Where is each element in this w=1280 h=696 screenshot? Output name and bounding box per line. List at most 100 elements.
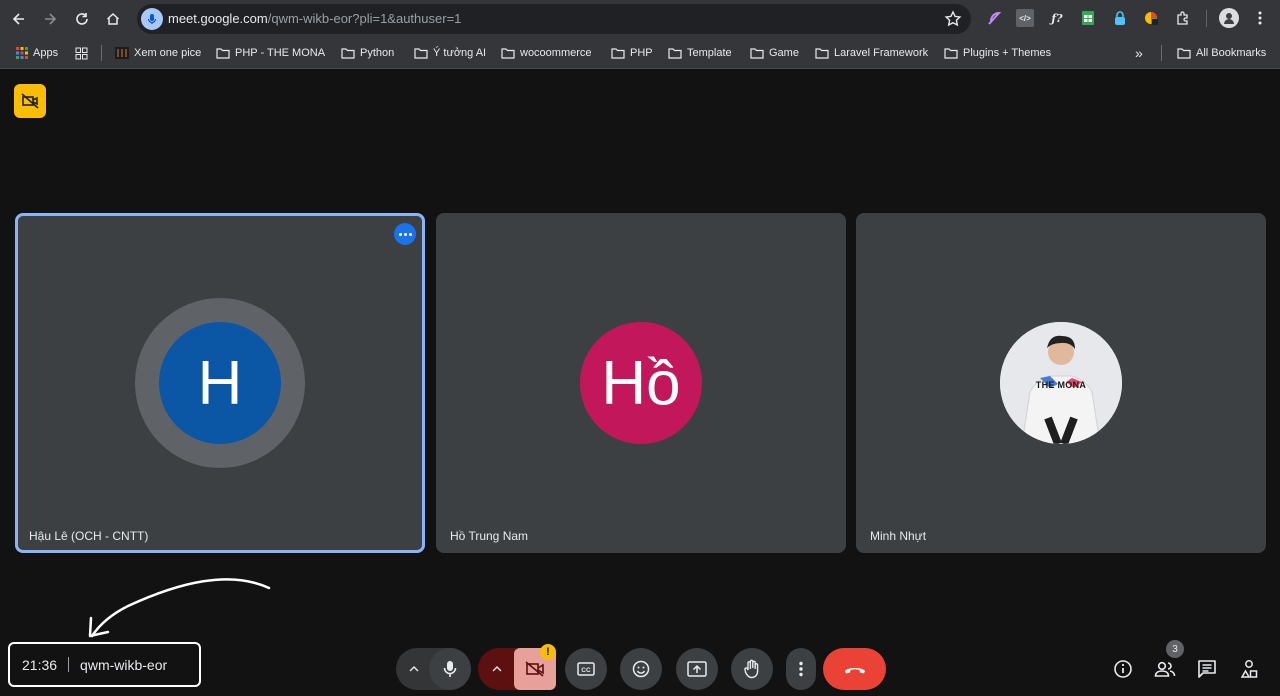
extension-font-icon[interactable]: ƒ? (1048, 9, 1066, 27)
bookmark-folder-plugins-themes[interactable]: Plugins + Themes (944, 44, 1051, 62)
microphone-site-icon[interactable] (141, 8, 163, 30)
folder-icon (611, 48, 625, 59)
bookmark-label: Python (360, 47, 395, 59)
microphone-icon (443, 661, 457, 677)
participant-name: Hậu Lê (OCH - CNTT) (29, 529, 149, 543)
participant-name: Minh Nhựt (870, 529, 927, 543)
bookmark-label: All Bookmarks (1196, 47, 1267, 59)
closed-captions-icon: CC (577, 662, 595, 676)
meeting-details: 21:36 qwm-wikb-eor (8, 642, 201, 687)
folder-icon (815, 48, 829, 59)
extensions-puzzle-icon[interactable] (1174, 9, 1192, 27)
bookmark-folder-template[interactable]: Template (668, 44, 732, 62)
profile-avatar-icon[interactable] (1219, 8, 1239, 28)
bookmark-folder-y-tuong-ai[interactable]: Ý tưởng AI (414, 44, 486, 62)
leave-call-button[interactable] (823, 648, 886, 690)
url-host: meet.google.com (168, 11, 268, 26)
people-icon (1154, 661, 1176, 677)
home-icon[interactable] (101, 7, 125, 31)
forward-arrow-icon[interactable] (38, 7, 62, 31)
extension-feather-icon[interactable] (985, 9, 1003, 27)
bookmark-label: Template (687, 47, 732, 59)
film-site-icon (115, 47, 129, 59)
meeting-details-button[interactable] (1108, 654, 1138, 684)
avatar-photo: THE MONA (1000, 322, 1122, 444)
participant-name: Hồ Trung Nam (450, 529, 529, 543)
meeting-code: qwm-wikb-eor (80, 656, 168, 673)
browser-toolbar: meet.google.com/qwm-wikb-eor?pli=1&authu… (0, 0, 1280, 37)
raise-hand-button[interactable] (731, 648, 773, 690)
tab-groups-icon[interactable] (75, 44, 88, 62)
folder-icon (668, 48, 682, 59)
folder-icon (414, 48, 428, 59)
microphone-button[interactable] (429, 648, 471, 690)
bookmark-separator (1161, 45, 1162, 61)
extension-color-icon[interactable] (1142, 9, 1160, 27)
more-options-button[interactable] (786, 648, 816, 690)
back-arrow-icon[interactable] (7, 7, 31, 31)
more-bookmarks-chevron-icon[interactable]: » (1135, 44, 1143, 62)
bookmark-label: Game (769, 47, 799, 59)
avatar: Hồ (580, 322, 702, 444)
bookmark-folder-laravel-framework[interactable]: Laravel Framework (815, 44, 928, 62)
reactions-button[interactable] (620, 648, 662, 690)
more-options-icon[interactable] (394, 223, 416, 245)
shirt-logo-text: THE MONA (1035, 380, 1087, 390)
captions-button[interactable]: CC (565, 648, 607, 690)
participant-tile-ho-trung-nam[interactable]: Hồ Hồ Trung Nam (436, 213, 846, 553)
folder-icon (750, 48, 764, 59)
chrome-menu-icon[interactable] (1251, 9, 1269, 27)
activities-button[interactable] (1234, 654, 1264, 684)
bookmark-label: PHP (630, 47, 653, 59)
all-bookmarks-folder[interactable]: All Bookmarks (1177, 44, 1266, 62)
video-off-icon (525, 661, 544, 677)
present-screen-button[interactable] (676, 648, 718, 690)
folder-icon (944, 48, 958, 59)
participant-tile-hau-le[interactable]: H Hậu Lê (OCH - CNTT) (15, 213, 425, 553)
folder-icon (216, 48, 230, 59)
bookmark-folder-php-the-mona[interactable]: PHP - THE MONA (216, 44, 325, 62)
bookmark-star-icon[interactable] (943, 9, 963, 29)
audio-options-chevron-icon[interactable] (396, 648, 432, 690)
emoji-icon (632, 660, 650, 678)
meeting-stage: H Hậu Lê (OCH - CNTT) Hồ Hồ Trung Nam TH… (0, 70, 1280, 696)
microphone-control-group (396, 648, 471, 690)
reload-icon[interactable] (70, 7, 94, 31)
annotation-arrow (88, 578, 271, 638)
address-bar[interactable]: meet.google.com/qwm-wikb-eor?pli=1&authu… (137, 4, 971, 34)
extension-sheet-icon[interactable] (1079, 9, 1097, 27)
bookmark-apps[interactable]: Apps (16, 44, 58, 62)
hang-up-icon (844, 668, 865, 674)
svg-text:CC: CC (581, 667, 591, 674)
avatar: H (159, 322, 281, 444)
bookmark-label: Xem one pice (134, 47, 202, 59)
bookmark-label: Apps (33, 47, 59, 59)
camera-problem-indicator[interactable] (14, 84, 46, 118)
extension-lock-icon[interactable] (1111, 9, 1129, 27)
more-vert-icon (799, 661, 803, 677)
apps-grid-icon (16, 47, 28, 59)
people-button[interactable] (1150, 654, 1180, 684)
bookmark-folder-python[interactable]: Python (341, 44, 394, 62)
divider (68, 657, 70, 672)
no-video-icon (21, 93, 39, 109)
bookmark-folder-game[interactable]: Game (750, 44, 799, 62)
bookmark-xem-one-pice[interactable]: Xem one pice (115, 44, 201, 62)
video-options-chevron-icon[interactable] (478, 648, 516, 690)
extension-code-icon[interactable]: </> (1016, 9, 1034, 27)
bookmark-label: Laravel Framework (834, 47, 929, 59)
bookmarks-bar: Apps Xem one pice PHP - THE MONA Python … (0, 37, 1280, 69)
chat-button[interactable] (1192, 654, 1222, 684)
bookmark-label: Plugins + Themes (963, 47, 1052, 59)
people-count-badge: 3 (1166, 640, 1184, 658)
bookmark-label: wocoommerce (520, 47, 592, 59)
bookmark-folder-php[interactable]: PHP (611, 44, 653, 62)
participant-tile-minh-nhut[interactable]: THE MONA Minh Nhựt (856, 213, 1266, 553)
present-screen-icon (687, 661, 707, 677)
toolbar-divider (1206, 10, 1207, 27)
url-text: meet.google.com/qwm-wikb-eor?pli=1&authu… (168, 11, 461, 26)
activities-shapes-icon (1240, 660, 1258, 678)
raise-hand-icon (744, 659, 759, 679)
info-icon (1114, 660, 1132, 678)
bookmark-folder-wocoommerce[interactable]: wocoommerce (501, 44, 592, 62)
